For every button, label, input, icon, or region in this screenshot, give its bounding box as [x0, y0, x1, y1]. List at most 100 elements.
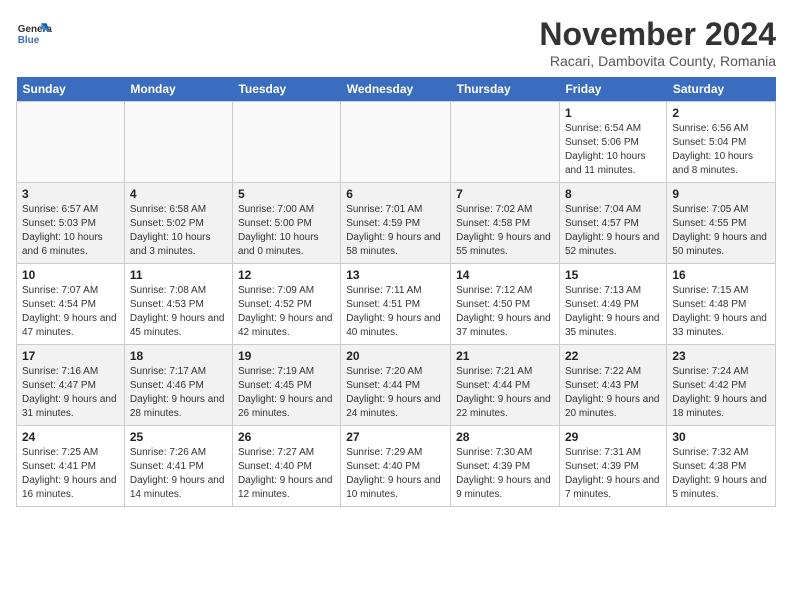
- day-number: 14: [456, 268, 554, 282]
- calendar-week-row: 1 Sunrise: 6:54 AM Sunset: 5:06 PM Daylig…: [17, 102, 776, 183]
- day-info: Sunrise: 7:20 AM Sunset: 4:44 PM Dayligh…: [346, 365, 445, 421]
- day-number: 5: [238, 187, 335, 201]
- calendar-cell: 28Sunrise: 7:30 AM Sunset: 4:39 PM Dayli…: [451, 426, 560, 507]
- day-info: Sunrise: 7:08 AM Sunset: 4:53 PM Dayligh…: [130, 284, 227, 340]
- weekday-header: Saturday: [667, 77, 776, 102]
- weekday-header: Sunday: [17, 77, 125, 102]
- day-info: Sunrise: 7:19 AM Sunset: 4:45 PM Dayligh…: [238, 365, 335, 421]
- day-number: 13: [346, 268, 445, 282]
- day-info: Sunrise: 7:24 AM Sunset: 4:42 PM Dayligh…: [672, 365, 770, 421]
- calendar-cell: 4 Sunrise: 6:58 AM Sunset: 5:02 PM Daylig…: [124, 183, 232, 264]
- calendar-cell: 21Sunrise: 7:21 AM Sunset: 4:44 PM Dayli…: [451, 345, 560, 426]
- calendar-cell: 26 Sunrise: 7:27 AM Sunset: 4:40 PM Dayli…: [232, 426, 340, 507]
- day-info: Sunrise: 7:15 AM Sunset: 4:48 PM Dayligh…: [672, 284, 770, 340]
- weekday-header: Thursday: [451, 77, 560, 102]
- day-number: 7: [456, 187, 554, 201]
- month-title: November 2024: [539, 16, 776, 53]
- calendar-cell: [17, 102, 125, 183]
- day-info: Sunrise: 7:13 AM Sunset: 4:49 PM Dayligh…: [565, 284, 661, 340]
- day-number: 15: [565, 268, 661, 282]
- logo: General Blue: [16, 16, 52, 52]
- calendar-cell: 11 Sunrise: 7:08 AM Sunset: 4:53 PM Dayli…: [124, 264, 232, 345]
- calendar-week-row: 24Sunrise: 7:25 AM Sunset: 4:41 PM Dayli…: [17, 426, 776, 507]
- day-number: 11: [130, 268, 227, 282]
- day-info: Sunrise: 7:17 AM Sunset: 4:46 PM Dayligh…: [130, 365, 227, 421]
- calendar-week-row: 10Sunrise: 7:07 AM Sunset: 4:54 PM Dayli…: [17, 264, 776, 345]
- day-info: Sunrise: 7:21 AM Sunset: 4:44 PM Dayligh…: [456, 365, 554, 421]
- day-info: Sunrise: 6:57 AM Sunset: 5:03 PM Dayligh…: [22, 203, 119, 259]
- calendar-table: SundayMondayTuesdayWednesdayThursdayFrid…: [16, 77, 776, 507]
- calendar-cell: 12 Sunrise: 7:09 AM Sunset: 4:52 PM Dayli…: [232, 264, 340, 345]
- calendar-cell: 23 Sunrise: 7:24 AM Sunset: 4:42 PM Dayli…: [667, 345, 776, 426]
- logo-icon: General Blue: [16, 16, 52, 52]
- location: Racari, Dambovita County, Romania: [539, 53, 776, 69]
- calendar-cell: 16 Sunrise: 7:15 AM Sunset: 4:48 PM Dayli…: [667, 264, 776, 345]
- day-info: Sunrise: 7:27 AM Sunset: 4:40 PM Dayligh…: [238, 446, 335, 502]
- weekday-header: Friday: [559, 77, 666, 102]
- day-number: 25: [130, 430, 227, 444]
- day-info: Sunrise: 7:32 AM Sunset: 4:38 PM Dayligh…: [672, 446, 770, 502]
- calendar-cell: 5 Sunrise: 7:00 AM Sunset: 5:00 PM Daylig…: [232, 183, 340, 264]
- day-info: Sunrise: 7:26 AM Sunset: 4:41 PM Dayligh…: [130, 446, 227, 502]
- day-number: 26: [238, 430, 335, 444]
- day-number: 19: [238, 349, 335, 363]
- title-block: November 2024 Racari, Dambovita County, …: [539, 16, 776, 69]
- calendar-cell: 19 Sunrise: 7:19 AM Sunset: 4:45 PM Dayli…: [232, 345, 340, 426]
- weekday-header: Wednesday: [341, 77, 451, 102]
- day-info: Sunrise: 7:09 AM Sunset: 4:52 PM Dayligh…: [238, 284, 335, 340]
- day-info: Sunrise: 6:54 AM Sunset: 5:06 PM Dayligh…: [565, 122, 661, 178]
- day-info: Sunrise: 7:25 AM Sunset: 4:41 PM Dayligh…: [22, 446, 119, 502]
- calendar-cell: 24Sunrise: 7:25 AM Sunset: 4:41 PM Dayli…: [17, 426, 125, 507]
- day-info: Sunrise: 6:56 AM Sunset: 5:04 PM Dayligh…: [672, 122, 770, 178]
- weekday-header: Tuesday: [232, 77, 340, 102]
- day-number: 29: [565, 430, 661, 444]
- day-info: Sunrise: 7:22 AM Sunset: 4:43 PM Dayligh…: [565, 365, 661, 421]
- calendar-cell: 25 Sunrise: 7:26 AM Sunset: 4:41 PM Dayli…: [124, 426, 232, 507]
- day-number: 12: [238, 268, 335, 282]
- calendar-cell: [451, 102, 560, 183]
- calendar-cell: [232, 102, 340, 183]
- day-info: Sunrise: 7:04 AM Sunset: 4:57 PM Dayligh…: [565, 203, 661, 259]
- calendar-cell: 1 Sunrise: 6:54 AM Sunset: 5:06 PM Daylig…: [559, 102, 666, 183]
- day-info: Sunrise: 7:05 AM Sunset: 4:55 PM Dayligh…: [672, 203, 770, 259]
- calendar-cell: 30Sunrise: 7:32 AM Sunset: 4:38 PM Dayli…: [667, 426, 776, 507]
- weekday-header: Monday: [124, 77, 232, 102]
- calendar-week-row: 3Sunrise: 6:57 AM Sunset: 5:03 PM Daylig…: [17, 183, 776, 264]
- calendar-cell: [124, 102, 232, 183]
- day-number: 23: [672, 349, 770, 363]
- day-number: 6: [346, 187, 445, 201]
- calendar-cell: 27 Sunrise: 7:29 AM Sunset: 4:40 PM Dayli…: [341, 426, 451, 507]
- day-info: Sunrise: 7:01 AM Sunset: 4:59 PM Dayligh…: [346, 203, 445, 259]
- calendar-cell: 17Sunrise: 7:16 AM Sunset: 4:47 PM Dayli…: [17, 345, 125, 426]
- calendar-week-row: 17Sunrise: 7:16 AM Sunset: 4:47 PM Dayli…: [17, 345, 776, 426]
- day-info: Sunrise: 6:58 AM Sunset: 5:02 PM Dayligh…: [130, 203, 227, 259]
- day-number: 4: [130, 187, 227, 201]
- day-number: 9: [672, 187, 770, 201]
- day-info: Sunrise: 7:31 AM Sunset: 4:39 PM Dayligh…: [565, 446, 661, 502]
- day-number: 1: [565, 106, 661, 120]
- calendar-cell: 13 Sunrise: 7:11 AM Sunset: 4:51 PM Dayli…: [341, 264, 451, 345]
- page-header: General Blue November 2024 Racari, Dambo…: [16, 16, 776, 69]
- day-number: 16: [672, 268, 770, 282]
- calendar-cell: 20Sunrise: 7:20 AM Sunset: 4:44 PM Dayli…: [341, 345, 451, 426]
- day-number: 10: [22, 268, 119, 282]
- weekday-header-row: SundayMondayTuesdayWednesdayThursdayFrid…: [17, 77, 776, 102]
- day-info: Sunrise: 7:00 AM Sunset: 5:00 PM Dayligh…: [238, 203, 335, 259]
- day-info: Sunrise: 7:16 AM Sunset: 4:47 PM Dayligh…: [22, 365, 119, 421]
- calendar-cell: 7 Sunrise: 7:02 AM Sunset: 4:58 PM Daylig…: [451, 183, 560, 264]
- svg-text:Blue: Blue: [18, 35, 40, 46]
- day-info: Sunrise: 7:02 AM Sunset: 4:58 PM Dayligh…: [456, 203, 554, 259]
- calendar-cell: 18 Sunrise: 7:17 AM Sunset: 4:46 PM Dayli…: [124, 345, 232, 426]
- day-info: Sunrise: 7:12 AM Sunset: 4:50 PM Dayligh…: [456, 284, 554, 340]
- day-number: 2: [672, 106, 770, 120]
- calendar-cell: 22Sunrise: 7:22 AM Sunset: 4:43 PM Dayli…: [559, 345, 666, 426]
- calendar-cell: 6 Sunrise: 7:01 AM Sunset: 4:59 PM Daylig…: [341, 183, 451, 264]
- calendar-cell: 29 Sunrise: 7:31 AM Sunset: 4:39 PM Dayli…: [559, 426, 666, 507]
- calendar-cell: 9 Sunrise: 7:05 AM Sunset: 4:55 PM Daylig…: [667, 183, 776, 264]
- day-info: Sunrise: 7:11 AM Sunset: 4:51 PM Dayligh…: [346, 284, 445, 340]
- day-number: 27: [346, 430, 445, 444]
- calendar-cell: 10Sunrise: 7:07 AM Sunset: 4:54 PM Dayli…: [17, 264, 125, 345]
- calendar-cell: 15 Sunrise: 7:13 AM Sunset: 4:49 PM Dayli…: [559, 264, 666, 345]
- day-info: Sunrise: 7:29 AM Sunset: 4:40 PM Dayligh…: [346, 446, 445, 502]
- day-number: 18: [130, 349, 227, 363]
